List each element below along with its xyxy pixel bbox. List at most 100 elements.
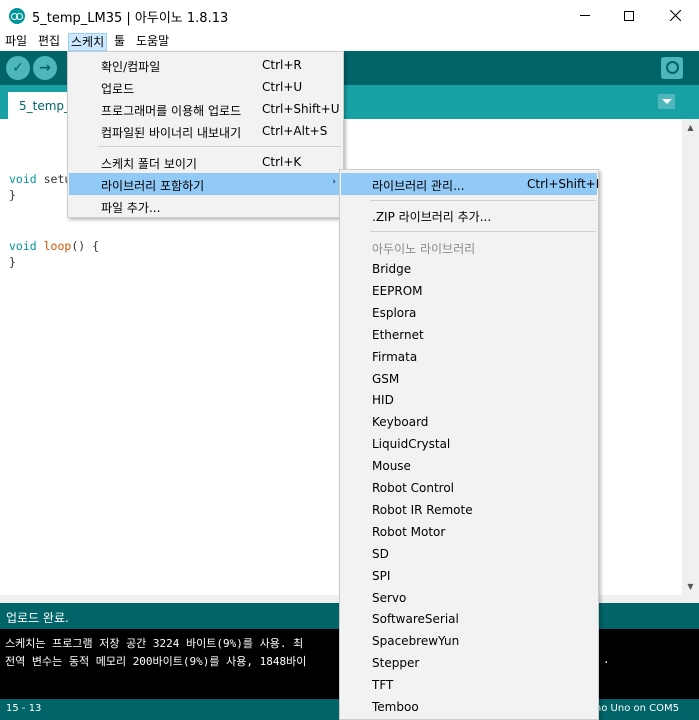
menu-item-include-library[interactable]: 라이브러리 포함하기 ›: [69, 173, 342, 195]
menu-item-label: 확인/컴파일: [101, 60, 161, 74]
line-number-indicator: 15 - 13: [6, 703, 42, 714]
maximize-icon: [624, 10, 634, 21]
library-name: GSM: [372, 371, 400, 386]
sketch-menu-dropdown: 확인/컴파일 Ctrl+R 업로드 Ctrl+U 프로그래머를 이용해 업로드 …: [67, 51, 344, 218]
submenu-item-library[interactable]: Ethernet: [341, 324, 597, 346]
menu-item-add-file[interactable]: 파일 추가...: [69, 195, 342, 217]
include-library-submenu: 라이브러리 관리... Ctrl+Shift+I .ZIP 라이브러리 추가..…: [339, 169, 599, 720]
menu-item-shortcut: Ctrl+U: [262, 80, 303, 94]
maximize-button[interactable]: [606, 0, 652, 31]
minimize-icon: [580, 15, 590, 16]
library-name: HID: [372, 393, 394, 408]
keyword: void: [9, 239, 37, 253]
library-name: Mouse: [372, 459, 411, 474]
menu-item-shortcut: Ctrl+Shift+I: [527, 177, 600, 191]
submenu-item-library[interactable]: Keyboard: [341, 411, 597, 433]
submenu-item-library[interactable]: SPI: [341, 565, 597, 587]
menu-separator: [370, 231, 596, 232]
submenu-item-library[interactable]: TFT: [341, 674, 597, 696]
menu-bar: 파일 편집 스케치 툴 도움말: [0, 31, 699, 51]
scroll-down-icon[interactable]: ▼: [682, 578, 699, 595]
menu-sketch[interactable]: 스케치: [68, 33, 108, 51]
title-bar: 5_temp_LM35 | 아두이노 1.8.13: [0, 0, 699, 31]
submenu-item-library[interactable]: Robot IR Remote: [341, 499, 597, 521]
vertical-scrollbar[interactable]: ▲ ▼: [682, 119, 699, 595]
status-message: 업로드 완료.: [6, 611, 69, 625]
keyword: void: [9, 172, 37, 186]
menu-item-label: 프로그래머를 이용해 업로드: [101, 104, 242, 118]
submenu-item-library[interactable]: Servo: [341, 587, 597, 609]
menu-item-verify-compile[interactable]: 확인/컴파일 Ctrl+R: [69, 54, 342, 76]
menu-tools[interactable]: 툴: [112, 33, 127, 51]
submenu-item-library[interactable]: GSM: [341, 368, 597, 390]
console-line: 전역 변수는 동적 메모리 200바이트(9%)를 사용, 1848바이: [5, 655, 307, 668]
library-name: TFT: [372, 678, 394, 693]
menu-separator: [98, 146, 341, 147]
submenu-item-library[interactable]: Mouse: [341, 455, 597, 477]
library-name: Robot Control: [372, 481, 454, 495]
submenu-item-library[interactable]: Stepper: [341, 652, 597, 674]
minimize-button[interactable]: [562, 0, 608, 31]
library-name: Firmata: [372, 349, 418, 364]
console-line: 스케치는 프로그램 저장 공간 3224 바이트(9%)를 사용. 최: [5, 637, 304, 650]
verify-button[interactable]: ✓: [6, 56, 30, 80]
library-name: Ethernet: [372, 327, 424, 342]
menu-item-upload[interactable]: 업로드 Ctrl+U: [69, 76, 342, 98]
checkmark-icon: ✓: [12, 60, 24, 76]
menu-item-label: 라이브러리 관리...: [372, 179, 465, 193]
menu-item-export-binary[interactable]: 컴파일된 바이너리 내보내기 Ctrl+Alt+S: [69, 120, 342, 142]
close-icon: [669, 10, 681, 21]
console-line-tail: .: [603, 653, 610, 666]
submenu-section-header: 아두이노 라이브러리: [341, 236, 597, 258]
menu-item-upload-programmer[interactable]: 프로그래머를 이용해 업로드 Ctrl+Shift+U: [69, 98, 342, 120]
submenu-item-library[interactable]: EEPROM: [341, 280, 597, 302]
menu-edit[interactable]: 편집: [36, 33, 62, 51]
code-line: }: [9, 188, 16, 202]
submenu-item-library[interactable]: Bridge: [341, 258, 597, 280]
library-name: Robot Motor: [372, 524, 446, 539]
submenu-item-library[interactable]: LiquidCrystal: [341, 433, 597, 455]
menu-item-shortcut: Ctrl+Shift+U: [262, 102, 340, 116]
arduino-logo-icon: [9, 8, 25, 24]
library-name: Keyboard: [372, 415, 429, 430]
function-name: loop: [36, 239, 72, 253]
library-name: Stepper: [372, 656, 420, 671]
submenu-item-library[interactable]: SoftwareSerial: [341, 608, 597, 630]
menu-item-label: 파일 추가...: [101, 201, 161, 215]
library-name: Robot IR Remote: [372, 502, 473, 517]
window-title: 5_temp_LM35 | 아두이노 1.8.13: [32, 11, 229, 26]
submenu-item-library[interactable]: Temboo: [341, 696, 597, 718]
submenu-item-library[interactable]: Robot Control: [341, 477, 597, 499]
menu-item-shortcut: Ctrl+R: [262, 58, 302, 72]
submenu-item-library[interactable]: HID: [341, 389, 597, 411]
upload-button[interactable]: →: [33, 56, 57, 80]
scroll-up-icon[interactable]: ▲: [682, 119, 699, 136]
library-name: Temboo: [372, 700, 419, 714]
close-button[interactable]: [652, 0, 698, 31]
code-line: }: [9, 255, 16, 269]
submenu-item-library[interactable]: SpacebrewYun: [341, 630, 597, 652]
menu-file[interactable]: 파일: [3, 33, 29, 51]
submenu-item-library[interactable]: SD: [341, 543, 597, 565]
submenu-item-add-zip[interactable]: .ZIP 라이브러리 추가...: [341, 204, 597, 226]
menu-item-shortcut: Ctrl+K: [262, 155, 302, 169]
serial-monitor-button[interactable]: [661, 57, 683, 79]
submenu-item-library[interactable]: Esplora: [341, 302, 597, 324]
submenu-arrow-icon: ›: [332, 177, 336, 187]
menu-item-label: 업로드: [101, 82, 135, 96]
tab-menu-button[interactable]: [658, 94, 675, 109]
library-name: EEPROM: [372, 283, 423, 298]
submenu-item-library[interactable]: Firmata: [341, 346, 597, 368]
menu-item-label: 라이브러리 포함하기: [101, 179, 205, 193]
menu-help[interactable]: 도움말: [134, 33, 171, 51]
library-name: Esplora: [372, 305, 417, 320]
library-name: LiquidCrystal: [372, 437, 451, 452]
submenu-item-library[interactable]: Robot Motor: [341, 521, 597, 543]
menu-item-show-folder[interactable]: 스케치 폴더 보이기 Ctrl+K: [69, 151, 342, 173]
board-port-info: no Uno on COM5: [594, 703, 679, 714]
submenu-item-manage-libraries[interactable]: 라이브러리 관리... Ctrl+Shift+I: [341, 173, 600, 195]
menu-item-shortcut: Ctrl+Alt+S: [262, 124, 328, 138]
library-name: Servo: [372, 590, 407, 605]
menu-separator: [370, 200, 596, 201]
code-line: void loop() {: [9, 239, 99, 253]
